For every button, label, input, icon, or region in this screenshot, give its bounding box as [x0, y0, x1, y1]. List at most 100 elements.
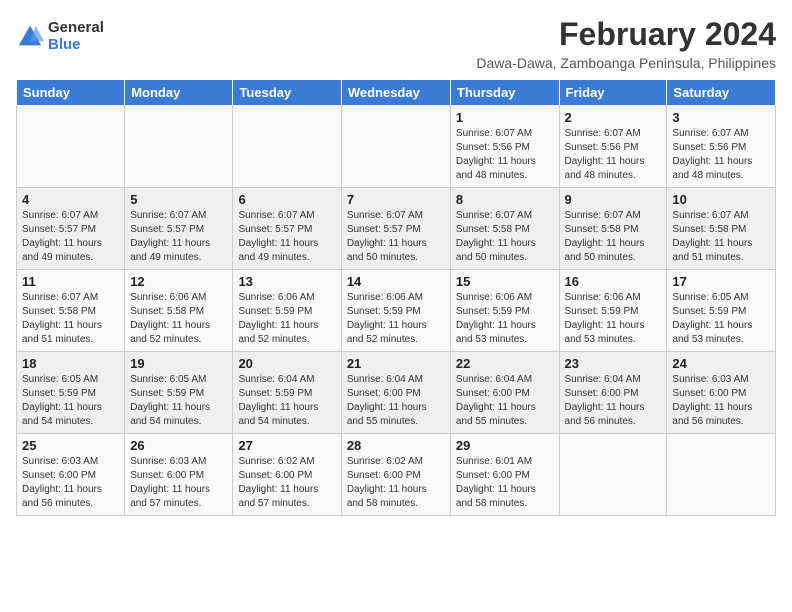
column-header-wednesday: Wednesday [341, 80, 450, 106]
column-header-friday: Friday [559, 80, 667, 106]
day-number: 7 [347, 192, 445, 207]
calendar-header-row: SundayMondayTuesdayWednesdayThursdayFrid… [17, 80, 776, 106]
day-number: 28 [347, 438, 445, 453]
calendar-cell: 15 Sunrise: 6:06 AM Sunset: 5:59 PM Dayli… [450, 270, 559, 352]
calendar-cell: 18 Sunrise: 6:05 AM Sunset: 5:59 PM Dayli… [17, 352, 125, 434]
day-number: 9 [565, 192, 662, 207]
calendar-week-row: 18 Sunrise: 6:05 AM Sunset: 5:59 PM Dayli… [17, 352, 776, 434]
calendar-cell: 8 Sunrise: 6:07 AM Sunset: 5:58 PM Daylig… [450, 188, 559, 270]
day-number: 11 [22, 274, 119, 289]
subtitle: Dawa-Dawa, Zamboanga Peninsula, Philippi… [476, 55, 776, 71]
day-number: 25 [22, 438, 119, 453]
day-number: 12 [130, 274, 227, 289]
day-info: Sunrise: 6:07 AM Sunset: 5:58 PM Dayligh… [22, 291, 119, 347]
day-number: 27 [238, 438, 335, 453]
day-info: Sunrise: 6:02 AM Sunset: 6:00 PM Dayligh… [347, 455, 445, 511]
day-number: 2 [565, 110, 662, 125]
day-info: Sunrise: 6:07 AM Sunset: 5:56 PM Dayligh… [672, 127, 770, 183]
day-number: 16 [565, 274, 662, 289]
column-header-tuesday: Tuesday [233, 80, 341, 106]
logo-blue-text: Blue [48, 37, 104, 54]
day-info: Sunrise: 6:05 AM Sunset: 5:59 PM Dayligh… [130, 373, 227, 429]
calendar-cell [233, 106, 341, 188]
day-info: Sunrise: 6:06 AM Sunset: 5:59 PM Dayligh… [456, 291, 554, 347]
day-number: 15 [456, 274, 554, 289]
calendar-cell: 20 Sunrise: 6:04 AM Sunset: 5:59 PM Dayli… [233, 352, 341, 434]
day-info: Sunrise: 6:07 AM Sunset: 5:58 PM Dayligh… [456, 209, 554, 265]
calendar-cell: 11 Sunrise: 6:07 AM Sunset: 5:58 PM Dayli… [17, 270, 125, 352]
day-number: 24 [672, 356, 770, 371]
calendar-cell: 9Sunrise: 6:07 AM Sunset: 5:58 PM Daylig… [559, 188, 667, 270]
day-info: Sunrise: 6:03 AM Sunset: 6:00 PM Dayligh… [22, 455, 119, 511]
calendar-cell: 3 Sunrise: 6:07 AM Sunset: 5:56 PM Daylig… [667, 106, 776, 188]
day-info: Sunrise: 6:06 AM Sunset: 5:58 PM Dayligh… [130, 291, 227, 347]
day-info: Sunrise: 6:02 AM Sunset: 6:00 PM Dayligh… [238, 455, 335, 511]
calendar-cell: 10 Sunrise: 6:07 AM Sunset: 5:58 PM Dayli… [667, 188, 776, 270]
day-info: Sunrise: 6:04 AM Sunset: 6:00 PM Dayligh… [456, 373, 554, 429]
day-info: Sunrise: 6:05 AM Sunset: 5:59 PM Dayligh… [22, 373, 119, 429]
calendar-cell [341, 106, 450, 188]
calendar-table: SundayMondayTuesdayWednesdayThursdayFrid… [16, 79, 776, 516]
calendar-cell [125, 106, 233, 188]
column-header-saturday: Saturday [667, 80, 776, 106]
calendar-cell: 26Sunrise: 6:03 AM Sunset: 6:00 PM Dayli… [125, 434, 233, 516]
day-info: Sunrise: 6:07 AM Sunset: 5:58 PM Dayligh… [672, 209, 770, 265]
logo-icon [16, 23, 44, 51]
calendar-cell [17, 106, 125, 188]
day-info: Sunrise: 6:04 AM Sunset: 6:00 PM Dayligh… [565, 373, 662, 429]
logo-general-text: General [48, 20, 104, 37]
column-header-thursday: Thursday [450, 80, 559, 106]
day-info: Sunrise: 6:07 AM Sunset: 5:57 PM Dayligh… [130, 209, 227, 265]
day-number: 21 [347, 356, 445, 371]
day-info: Sunrise: 6:04 AM Sunset: 5:59 PM Dayligh… [238, 373, 335, 429]
day-info: Sunrise: 6:07 AM Sunset: 5:56 PM Dayligh… [456, 127, 554, 183]
calendar-cell: 17 Sunrise: 6:05 AM Sunset: 5:59 PM Dayli… [667, 270, 776, 352]
day-number: 22 [456, 356, 554, 371]
calendar-cell [667, 434, 776, 516]
day-info: Sunrise: 6:05 AM Sunset: 5:59 PM Dayligh… [672, 291, 770, 347]
calendar-cell: 5Sunrise: 6:07 AM Sunset: 5:57 PM Daylig… [125, 188, 233, 270]
day-number: 3 [672, 110, 770, 125]
calendar-cell: 19 Sunrise: 6:05 AM Sunset: 5:59 PM Dayli… [125, 352, 233, 434]
day-number: 23 [565, 356, 662, 371]
day-number: 19 [130, 356, 227, 371]
calendar-cell: 14 Sunrise: 6:06 AM Sunset: 5:59 PM Dayli… [341, 270, 450, 352]
day-info: Sunrise: 6:04 AM Sunset: 6:00 PM Dayligh… [347, 373, 445, 429]
day-number: 17 [672, 274, 770, 289]
day-number: 18 [22, 356, 119, 371]
page-header: General Blue February 2024 Dawa-Dawa, Za… [16, 16, 776, 71]
calendar-cell: 28 Sunrise: 6:02 AM Sunset: 6:00 PM Dayli… [341, 434, 450, 516]
day-number: 6 [238, 192, 335, 207]
day-number: 14 [347, 274, 445, 289]
day-info: Sunrise: 6:03 AM Sunset: 6:00 PM Dayligh… [130, 455, 227, 511]
day-info: Sunrise: 6:01 AM Sunset: 6:00 PM Dayligh… [456, 455, 554, 511]
calendar-week-row: 1 Sunrise: 6:07 AM Sunset: 5:56 PM Daylig… [17, 106, 776, 188]
calendar-cell: 25 Sunrise: 6:03 AM Sunset: 6:00 PM Dayli… [17, 434, 125, 516]
day-number: 8 [456, 192, 554, 207]
day-number: 29 [456, 438, 554, 453]
calendar-cell: 16 Sunrise: 6:06 AM Sunset: 5:59 PM Dayli… [559, 270, 667, 352]
column-header-sunday: Sunday [17, 80, 125, 106]
logo: General Blue [16, 20, 104, 53]
day-info: Sunrise: 6:03 AM Sunset: 6:00 PM Dayligh… [672, 373, 770, 429]
day-number: 1 [456, 110, 554, 125]
column-header-monday: Monday [125, 80, 233, 106]
calendar-cell: 12 Sunrise: 6:06 AM Sunset: 5:58 PM Dayli… [125, 270, 233, 352]
main-title: February 2024 [476, 16, 776, 53]
calendar-cell: 22 Sunrise: 6:04 AM Sunset: 6:00 PM Dayli… [450, 352, 559, 434]
day-info: Sunrise: 6:07 AM Sunset: 5:57 PM Dayligh… [22, 209, 119, 265]
calendar-week-row: 25 Sunrise: 6:03 AM Sunset: 6:00 PM Dayli… [17, 434, 776, 516]
day-info: Sunrise: 6:06 AM Sunset: 5:59 PM Dayligh… [565, 291, 662, 347]
day-number: 20 [238, 356, 335, 371]
day-number: 10 [672, 192, 770, 207]
calendar-cell: 6 Sunrise: 6:07 AM Sunset: 5:57 PM Daylig… [233, 188, 341, 270]
day-info: Sunrise: 6:06 AM Sunset: 5:59 PM Dayligh… [238, 291, 335, 347]
day-info: Sunrise: 6:06 AM Sunset: 5:59 PM Dayligh… [347, 291, 445, 347]
calendar-cell: 1 Sunrise: 6:07 AM Sunset: 5:56 PM Daylig… [450, 106, 559, 188]
day-number: 13 [238, 274, 335, 289]
calendar-cell: 21 Sunrise: 6:04 AM Sunset: 6:00 PM Dayli… [341, 352, 450, 434]
calendar-week-row: 4Sunrise: 6:07 AM Sunset: 5:57 PM Daylig… [17, 188, 776, 270]
day-info: Sunrise: 6:07 AM Sunset: 5:57 PM Dayligh… [238, 209, 335, 265]
calendar-cell: 4Sunrise: 6:07 AM Sunset: 5:57 PM Daylig… [17, 188, 125, 270]
calendar-cell: 2Sunrise: 6:07 AM Sunset: 5:56 PM Daylig… [559, 106, 667, 188]
